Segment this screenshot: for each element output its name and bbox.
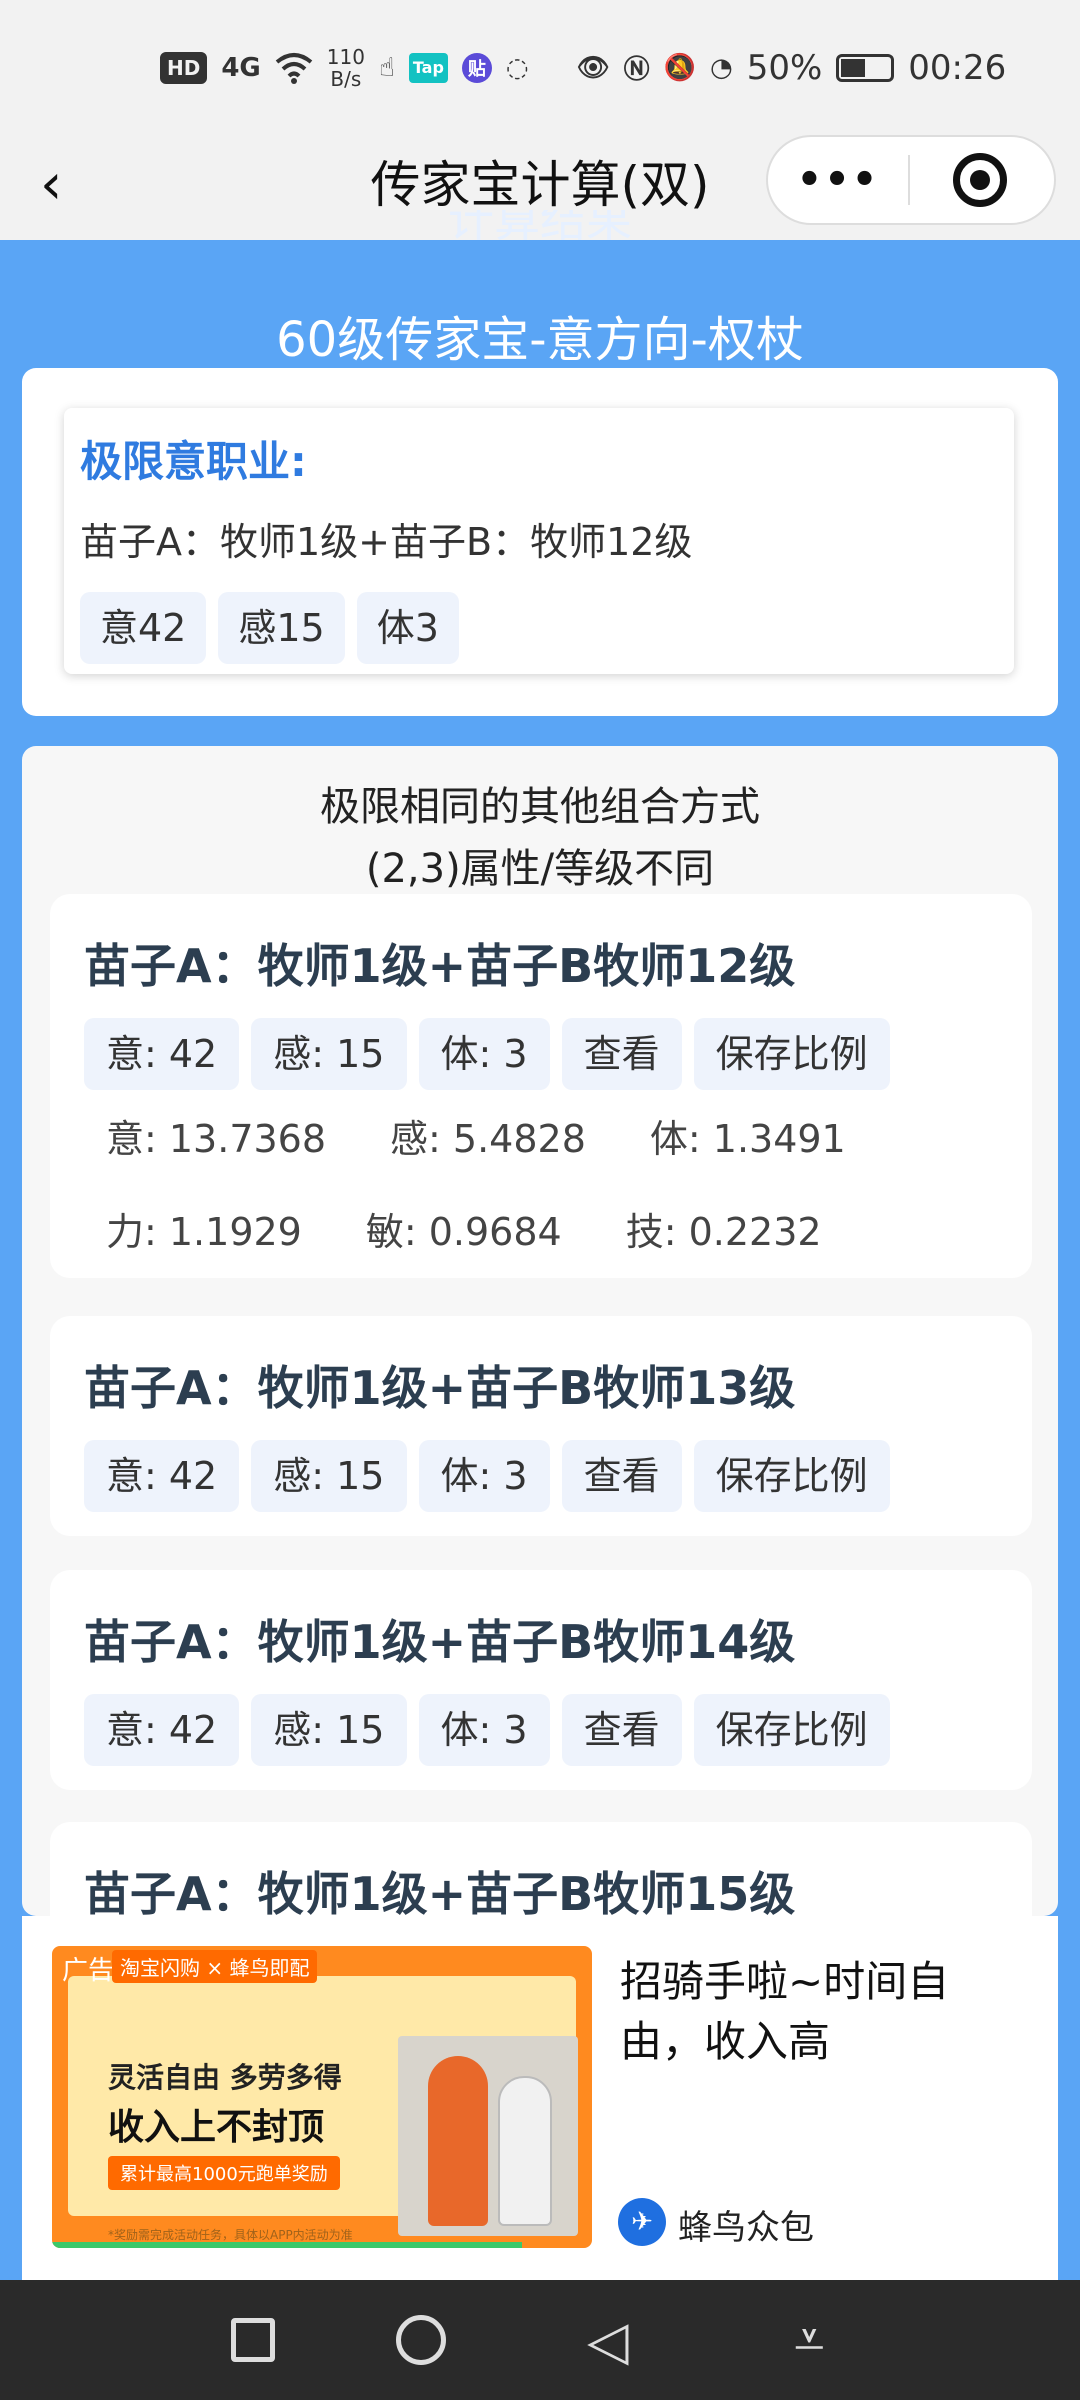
stat-tag: 感: 15 — [251, 1440, 407, 1512]
back-nav-icon[interactable]: ◁ — [568, 2309, 648, 2372]
combo-card: 苗子A：牧师1级+苗子B牧师15级 — [50, 1822, 1032, 1916]
combo-tags: 意: 42 感: 15 体: 3 查看 保存比例 — [84, 1018, 998, 1090]
result-heading: 60级传家宝-意方向-权杖 — [276, 312, 804, 368]
ratio-value: 敏: 0.9684 — [365, 1210, 562, 1254]
courier-figure — [428, 2056, 488, 2226]
view-button[interactable]: 查看 — [561, 1694, 682, 1766]
ratio-value: 感: 5.4828 — [390, 1117, 586, 1161]
ratio-value: 力: 1.1929 — [106, 1210, 302, 1254]
ad-image-line: 灵活自由 多劳多得 — [108, 2061, 342, 2094]
combo-title: 苗子A：牧师1级+苗子B牧师14级 — [84, 1615, 796, 1669]
stat-tag: 意: 42 — [84, 1440, 240, 1512]
combo-card: 苗子A：牧师1级+苗子B牧师14级 意: 42 感: 15 体: 3 查看 保存… — [50, 1570, 1032, 1790]
other-combos-subtitle: (2,3)属性/等级不同 — [365, 846, 715, 892]
ratio-row: 意: 13.7368 感: 5.4828 体: 1.3491 — [84, 1108, 998, 1163]
ad-banner[interactable]: 灵活自由 多劳多得 收入上不封顶 累计最高1000元跑单奖励 *奖励需完成活动任… — [22, 1916, 1058, 2280]
touch-icon: ☝ — [378, 52, 395, 83]
other-combos-panel: 极限相同的其他组合方式 (2,3)属性/等级不同 苗子A：牧师1级+苗子B牧师1… — [22, 746, 1058, 1916]
ad-image-footnote: *奖励需完成活动任务，具体以APP内活动为准 — [108, 2228, 353, 2242]
status-bar: HD 4G 110 B/s ☝ Tap 贴 ◌ 👁 Ⓝ 🔕 ◔ 50% 00:26 — [0, 0, 1080, 135]
battery-icon — [836, 53, 895, 82]
stat-tag: 意: 42 — [84, 1018, 240, 1090]
nfc-icon: Ⓝ — [623, 55, 650, 85]
ad-image[interactable]: 灵活自由 多劳多得 收入上不封顶 累计最高1000元跑单奖励 *奖励需完成活动任… — [52, 1946, 592, 2248]
speedometer-icon: ◔ — [710, 52, 733, 83]
stat-tag: 体: 3 — [418, 1018, 550, 1090]
combo-title: 苗子A：牧师1级+苗子B牧师13级 — [84, 1361, 796, 1415]
customer-figure — [498, 2076, 552, 2226]
save-ratio-button[interactable]: 保存比例 — [693, 1440, 890, 1512]
ad-photo — [398, 2036, 578, 2236]
ratio-value: 体: 1.3491 — [649, 1117, 846, 1161]
notification-shade-icon[interactable]: ⩡ — [769, 2308, 849, 2372]
close-button[interactable] — [910, 153, 1050, 207]
mute-icon: 🔕 — [663, 52, 697, 83]
stat-tag: 感: 15 — [251, 1018, 407, 1090]
eye-icon: 👁 — [576, 52, 610, 83]
combo-title: 苗子A：牧师1级+苗子B牧师12级 — [84, 939, 796, 993]
result-section-title: 计算结果 — [448, 210, 632, 240]
hd-icon: HD — [160, 51, 208, 84]
ad-image-panel: 灵活自由 多劳多得 收入上不封顶 累计最高1000元跑单奖励 *奖励需完成活动任… — [68, 1976, 578, 2242]
stat-tag: 体3 — [356, 592, 459, 664]
limit-combo: 苗子A：牧师1级+苗子B：牧师12级 — [80, 520, 693, 564]
ad-image-badge: 累计最高1000元跑单奖励 — [108, 2156, 340, 2190]
save-ratio-button[interactable]: 保存比例 — [693, 1694, 890, 1766]
stat-tag: 意: 42 — [84, 1694, 240, 1766]
home-icon[interactable] — [396, 2315, 447, 2365]
ad-progress-bar — [52, 2242, 522, 2248]
ratio-row: 力: 1.1929 敏: 0.9684 技: 0.2232 — [84, 1201, 998, 1256]
combo-tags: 意: 42 感: 15 体: 3 查看 保存比例 — [84, 1440, 998, 1512]
recent-apps-icon[interactable] — [230, 2318, 275, 2362]
ad-image-headline: 收入上不封顶 — [108, 2107, 325, 2148]
ratio-value: 技: 0.2232 — [625, 1210, 822, 1254]
view-button[interactable]: 查看 — [561, 1440, 682, 1512]
taptap-icon: Tap — [408, 52, 448, 83]
stat-tag: 体: 3 — [418, 1440, 550, 1512]
wifi-icon — [275, 48, 313, 88]
view-button[interactable]: 查看 — [561, 1018, 682, 1090]
stat-tag: 体: 3 — [418, 1694, 550, 1766]
system-nav-bar: ◁ ⩡ — [0, 2280, 1080, 2400]
fengniao-logo-icon: ✈ — [618, 2198, 666, 2246]
other-combos-title: 极限相同的其他组合方式 — [320, 784, 760, 830]
limit-tags: 意42 感15 体3 — [80, 592, 998, 664]
signal-icon: 4G — [221, 52, 261, 83]
ad-label[interactable]: 广告 — [62, 1950, 114, 1987]
limit-card: 极限意职业: 苗子A：牧师1级+苗子B：牧师12级 意42 感15 体3 — [22, 368, 1058, 716]
combo-card: 苗子A：牧师1级+苗子B牧师12级 意: 42 感: 15 体: 3 查看 保存… — [50, 894, 1032, 1278]
stat-tag: 意42 — [80, 592, 207, 664]
tieba-icon: 贴 — [461, 52, 492, 83]
stat-tag: 感15 — [218, 592, 345, 664]
more-button[interactable]: ••• — [768, 157, 908, 203]
save-ratio-button[interactable]: 保存比例 — [693, 1018, 890, 1090]
ratio-value: 意: 13.7368 — [106, 1117, 327, 1161]
combo-tags: 意: 42 感: 15 体: 3 查看 保存比例 — [84, 1694, 998, 1766]
limit-title: 极限意职业: — [80, 437, 307, 486]
other-combos-header: 极限相同的其他组合方式 (2,3)属性/等级不同 — [22, 776, 1058, 900]
ad-headline[interactable]: 招骑手啦~时间自由，收入高 — [620, 1952, 1020, 2072]
limit-card-inner: 极限意职业: 苗子A：牧师1级+苗子B：牧师12级 意42 感15 体3 — [64, 408, 1014, 674]
ad-brand: 淘宝闪购 × 蜂鸟即配 — [112, 1950, 318, 1983]
clock: 00:26 — [908, 47, 1007, 88]
battery-percent: 50% — [746, 47, 823, 88]
loading-icon: ◌ — [505, 52, 529, 83]
stat-tag: 感: 15 — [251, 1694, 407, 1766]
network-speed: 110 B/s — [326, 44, 365, 91]
combo-card: 苗子A：牧师1级+苗子B牧师13级 意: 42 感: 15 体: 3 查看 保存… — [50, 1316, 1032, 1536]
ad-source[interactable]: 蜂鸟众包 — [678, 2200, 814, 2249]
target-icon — [953, 153, 1007, 207]
combo-title: 苗子A：牧师1级+苗子B牧师15级 — [84, 1867, 796, 1916]
